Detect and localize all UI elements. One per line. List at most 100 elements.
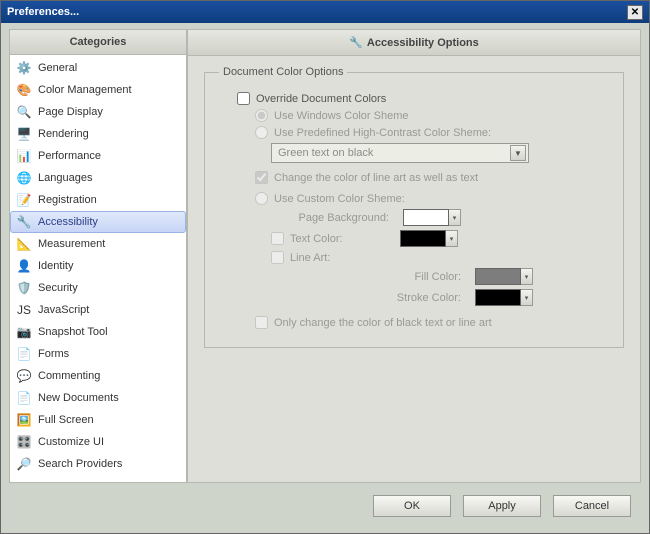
sidebar-item-rendering[interactable]: 🖥️ Rendering xyxy=(10,123,186,145)
panel: 🔧 Accessibility Options Document Color O… xyxy=(187,29,641,483)
ok-button[interactable]: OK xyxy=(373,495,451,517)
use-custom-scheme-label: Use Custom Color Sheme: xyxy=(274,193,405,205)
fill-color-swatch[interactable]: ▾ xyxy=(475,268,533,285)
sidebar-item-label: Performance xyxy=(38,150,101,162)
sidebar-item-label: Identity xyxy=(38,260,73,272)
sidebar-item-label: General xyxy=(38,62,77,74)
panel-title: Accessibility Options xyxy=(367,37,479,49)
registration-icon: 📝 xyxy=(16,192,32,208)
page-bg-color xyxy=(403,209,449,226)
chevron-down-icon: ▾ xyxy=(521,289,533,306)
sidebar-item-label: Measurement xyxy=(38,238,105,250)
sidebar-item-label: JavaScript xyxy=(38,304,89,316)
preferences-dialog: Preferences... ✕ Categories ⚙️ General 🎨 Co… xyxy=(0,0,650,534)
sidebar-item-label: Commenting xyxy=(38,370,100,382)
change-lineart-checkbox[interactable] xyxy=(255,171,268,184)
category-list[interactable]: ⚙️General🎨Color Management🔍Page Display🖥… xyxy=(9,55,187,483)
button-bar: OK Apply Cancel xyxy=(1,485,649,533)
sidebar-item-forms[interactable]: 📄 Forms xyxy=(10,343,186,365)
commenting-icon: 💬 xyxy=(16,368,32,384)
sidebar: Categories ⚙️ General 🎨 Color Management 🔍Pa… xyxy=(9,29,187,483)
new-documents-icon: 📄 xyxy=(16,390,32,406)
stroke-color-swatch[interactable]: ▾ xyxy=(475,289,533,306)
predefined-scheme-combo[interactable]: Green text on black ▼ xyxy=(271,143,529,163)
general-icon: ⚙️ xyxy=(16,60,32,76)
only-black-label: Only change the color of black text or l… xyxy=(274,317,492,329)
search-providers-icon: 🔎 xyxy=(16,456,32,472)
sidebar-item-label: Languages xyxy=(38,172,92,184)
color-management-icon: 🎨 xyxy=(16,82,32,98)
sidebar-item-accessibility[interactable]: 🔧Accessibility xyxy=(10,211,186,233)
dialog-body: Categories ⚙️ General 🎨 Color Management 🔍Pa… xyxy=(1,23,649,485)
sidebar-item-javascript[interactable]: JS JavaScript xyxy=(10,299,186,321)
override-colors-checkbox[interactable] xyxy=(237,92,250,105)
performance-icon: 📊 xyxy=(16,148,32,164)
text-color-label: Text Color: xyxy=(290,233,394,245)
chevron-down-icon: ▾ xyxy=(449,209,461,226)
use-predefined-scheme-radio[interactable] xyxy=(255,126,268,139)
sidebar-item-label: Forms xyxy=(38,348,69,360)
sidebar-item-label: Snapshot Tool xyxy=(38,326,108,338)
fill-color-label: Fill Color: xyxy=(389,271,469,283)
sidebar-item-color-management[interactable]: 🎨 Color Management xyxy=(10,79,186,101)
chevron-down-icon: ▼ xyxy=(510,145,526,161)
sidebar-item-label: Color Management xyxy=(38,84,132,96)
close-button[interactable]: ✕ xyxy=(627,5,643,20)
snapshot-tool-icon: 📷 xyxy=(16,324,32,340)
sidebar-item-label: Page Display xyxy=(38,106,103,118)
identity-icon: 👤 xyxy=(16,258,32,274)
languages-icon: 🌐 xyxy=(16,170,32,186)
sidebar-item-general[interactable]: ⚙️ General xyxy=(10,57,186,79)
forms-icon: 📄 xyxy=(16,346,32,362)
sidebar-item-label: Full Screen xyxy=(38,414,94,426)
sidebar-item-performance[interactable]: 📊 Performance xyxy=(10,145,186,167)
window-title: Preferences... xyxy=(7,6,79,18)
only-black-checkbox[interactable] xyxy=(255,316,268,329)
text-color-swatch[interactable]: ▾ xyxy=(400,230,458,247)
page-bg-swatch[interactable]: ▾ xyxy=(403,209,461,226)
sidebar-item-security[interactable]: 🛡️ Security xyxy=(10,277,186,299)
document-color-options-group: Document Color Options Override Document… xyxy=(204,66,624,348)
sidebar-item-full-screen[interactable]: 🖼️Full Screen xyxy=(10,409,186,431)
sidebar-item-languages[interactable]: 🌐 Languages xyxy=(10,167,186,189)
text-color-color xyxy=(400,230,446,247)
sidebar-item-measurement[interactable]: 📐 Measurement xyxy=(10,233,186,255)
sidebar-item-label: Rendering xyxy=(38,128,89,140)
use-predefined-scheme-label: Use Predefined High-Contrast Color Sheme… xyxy=(274,127,491,139)
sidebar-item-registration[interactable]: 📝Registration xyxy=(10,189,186,211)
chevron-down-icon: ▾ xyxy=(446,230,458,247)
line-art-checkbox[interactable] xyxy=(271,251,284,264)
sidebar-item-new-documents[interactable]: 📄 New Documents xyxy=(10,387,186,409)
measurement-icon: 📐 xyxy=(16,236,32,252)
sidebar-item-snapshot-tool[interactable]: 📷 Snapshot Tool xyxy=(10,321,186,343)
sidebar-header: Categories xyxy=(9,29,187,55)
chevron-down-icon: ▾ xyxy=(521,268,533,285)
override-colors-label: Override Document Colors xyxy=(256,93,386,105)
sidebar-item-customize-ui[interactable]: 🎛️ Customize UI xyxy=(10,431,186,453)
sidebar-item-commenting[interactable]: 💬 Commenting xyxy=(10,365,186,387)
change-lineart-label: Change the color of line art as well as … xyxy=(274,172,478,184)
accessibility-icon: 🔧 xyxy=(349,36,363,49)
use-windows-scheme-label: Use Windows Color Sheme xyxy=(274,110,409,122)
page-bg-label: Page Background: xyxy=(271,212,397,224)
text-color-checkbox[interactable] xyxy=(271,232,284,245)
use-windows-scheme-radio[interactable] xyxy=(255,109,268,122)
use-custom-scheme-radio[interactable] xyxy=(255,192,268,205)
javascript-icon: JS xyxy=(16,302,32,318)
apply-button[interactable]: Apply xyxy=(463,495,541,517)
panel-header: 🔧 Accessibility Options xyxy=(187,29,641,56)
sidebar-item-label: Search Providers xyxy=(38,458,122,470)
sidebar-item-label: Customize UI xyxy=(38,436,104,448)
rendering-icon: 🖥️ xyxy=(16,126,32,142)
line-art-label: Line Art: xyxy=(290,252,394,264)
security-icon: 🛡️ xyxy=(16,280,32,296)
cancel-button[interactable]: Cancel xyxy=(553,495,631,517)
sidebar-item-page-display[interactable]: 🔍Page Display xyxy=(10,101,186,123)
customize-ui-icon: 🎛️ xyxy=(16,434,32,450)
sidebar-item-label: New Documents xyxy=(38,392,119,404)
sidebar-item-search-providers[interactable]: 🔎 Search Providers xyxy=(10,453,186,475)
stroke-color-color xyxy=(475,289,521,306)
fill-color-color xyxy=(475,268,521,285)
sidebar-item-label: Security xyxy=(38,282,78,294)
sidebar-item-identity[interactable]: 👤 Identity xyxy=(10,255,186,277)
